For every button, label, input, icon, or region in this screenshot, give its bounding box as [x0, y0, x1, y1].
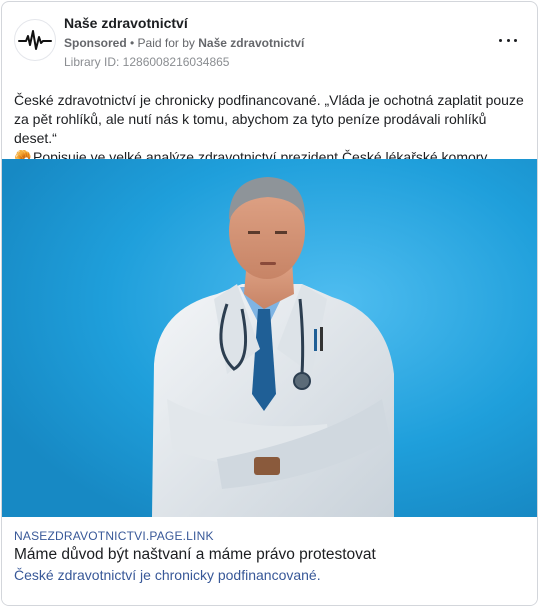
dot [506, 38, 510, 42]
more-options-icon[interactable] [499, 34, 517, 46]
link-domain[interactable]: NASEZDRAVOTNICTVI.PAGE.LINK [14, 529, 214, 543]
link-description[interactable]: České zdravotnictví je chronicky podfina… [14, 567, 321, 583]
post-text-line-1: České zdravotnictví je chronicky podfina… [14, 92, 524, 146]
link-headline[interactable]: Máme důvod být naštvaní a máme právo pro… [14, 546, 376, 564]
ad-card: Naše zdravotnictví Sponsored • Paid for … [1, 1, 538, 606]
meta-separator: • [126, 36, 138, 50]
sponsored-line: Sponsored • Paid for by Naše zdravotnict… [64, 36, 304, 50]
page-name[interactable]: Naše zdravotnictví [64, 15, 188, 31]
link-preview[interactable]: NASEZDRAVOTNICTVI.PAGE.LINK Máme důvod b… [2, 517, 537, 605]
payer-name[interactable]: Naše zdravotnictví [198, 36, 304, 50]
post-text: České zdravotnictví je chronicky podfina… [14, 91, 529, 167]
avatar[interactable] [14, 19, 56, 61]
doctor-photo [2, 159, 537, 517]
library-id: Library ID: 1286008216034865 [64, 55, 230, 69]
paid-for-by-label: Paid for by [137, 36, 199, 50]
ad-header: Naše zdravotnictví Sponsored • Paid for … [2, 2, 537, 80]
dot [514, 38, 517, 42]
sponsored-label: Sponsored [64, 36, 127, 50]
dot [499, 38, 502, 42]
heartbeat-icon [18, 30, 52, 50]
ad-image[interactable] [2, 159, 537, 517]
